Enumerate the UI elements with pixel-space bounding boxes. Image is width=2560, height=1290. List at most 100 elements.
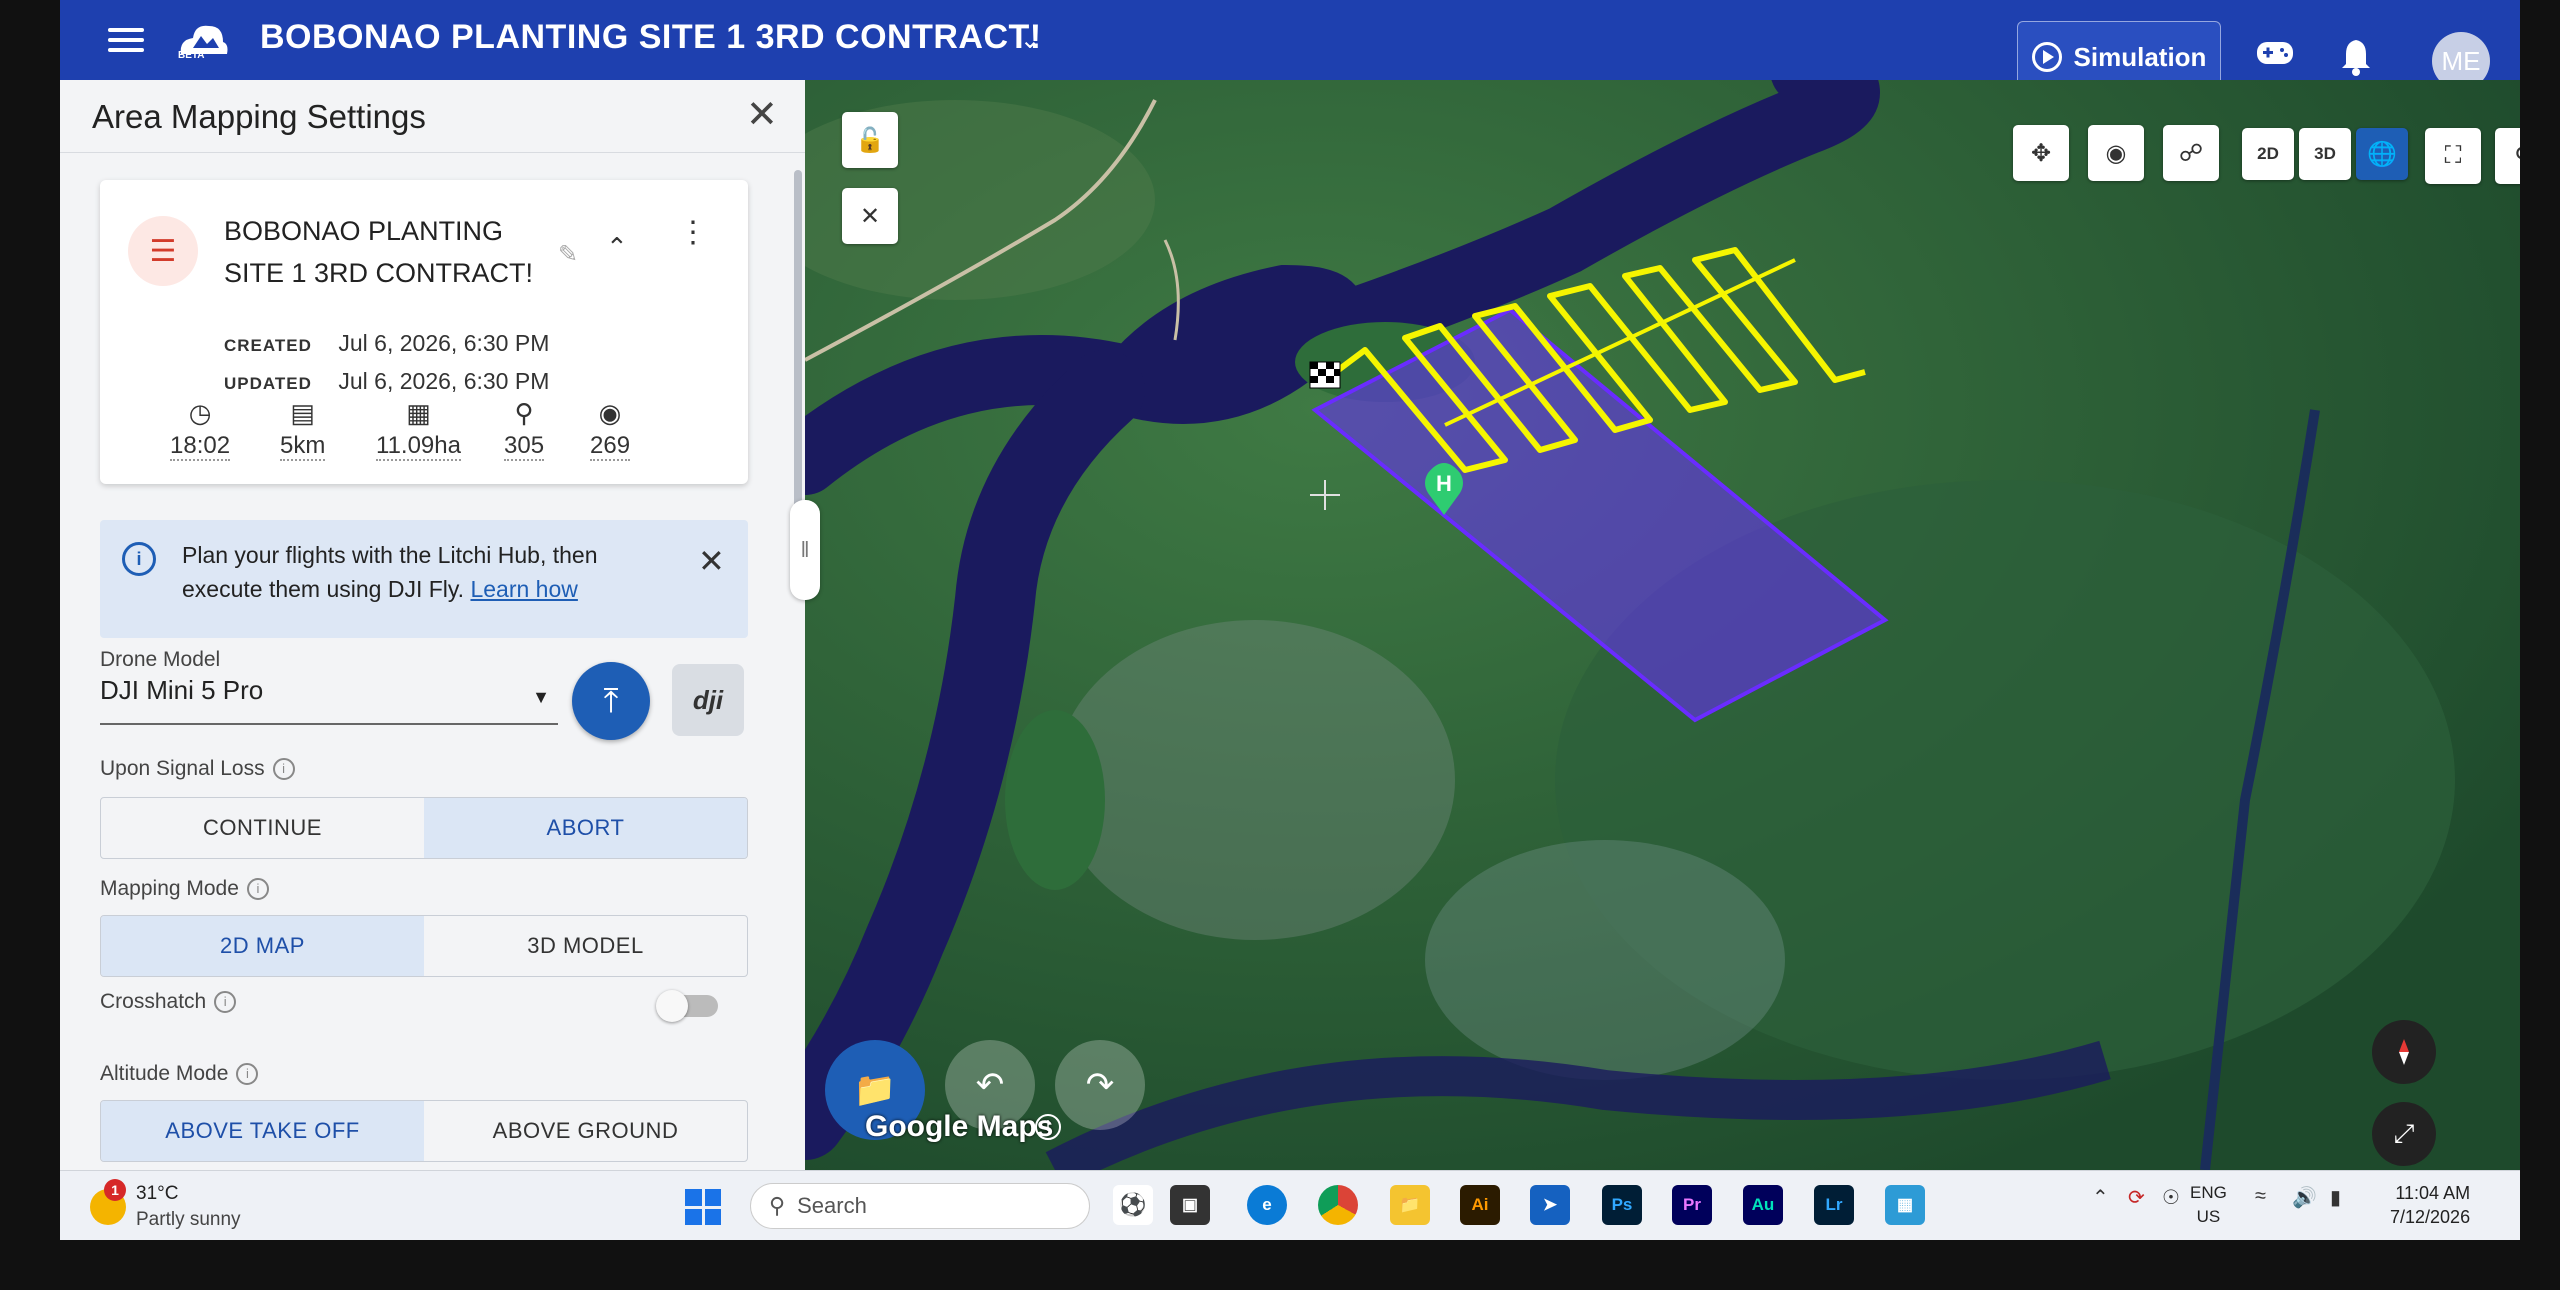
help-icon[interactable]: i xyxy=(236,1063,259,1086)
satellite-map[interactable]: H 🔓 ✕ ✥ ◉ ☍ 2D 3D 🌐 ⛶ ⚲ 📁 ↶ ↷ Google Map… xyxy=(805,80,2520,1170)
altitude-mode-label: Altitude Mode i xyxy=(100,1062,259,1086)
chevron-down-icon[interactable]: ⌄ xyxy=(1020,26,1040,55)
mission-type-icon: ☰ xyxy=(128,216,198,286)
language-indicator[interactable]: ENG US xyxy=(2190,1181,2227,1229)
help-icon[interactable]: i xyxy=(246,878,269,901)
clock-date: 7/12/2026 xyxy=(2390,1207,2471,1227)
altitude-above-ground[interactable]: ABOVE GROUND xyxy=(424,1101,747,1161)
more-vertical-icon[interactable]: ⋮ xyxy=(678,218,708,248)
learn-how-link[interactable]: Learn how xyxy=(470,576,577,602)
panel-resize-handle[interactable]: ‖ xyxy=(790,500,820,600)
lock-icon[interactable]: 🔓 xyxy=(842,112,898,168)
globe-icon[interactable]: 🌐 xyxy=(2356,128,2408,180)
satellite-icon[interactable]: ☍ xyxy=(2163,125,2219,181)
help-icon[interactable]: i xyxy=(272,758,295,781)
windows-start-icon[interactable] xyxy=(685,1189,721,1225)
mission-card: ☰ BOBONAO PLANTING SITE 1 3RD CONTRACT! … xyxy=(100,180,748,484)
litchi-info-banner: i Plan your flights with the Litchi Hub,… xyxy=(100,520,748,638)
premiere-icon[interactable]: Pr xyxy=(1672,1185,1712,1225)
app-blue-icon[interactable]: ➤ xyxy=(1530,1185,1570,1225)
chrome-browser-icon[interactable] xyxy=(1318,1185,1358,1225)
mapping-mode-toggle: 2D MAP 3D MODEL xyxy=(100,915,748,977)
stat-waypoints: ⚲ 305 xyxy=(504,398,545,461)
move-icon[interactable]: ✥ xyxy=(2013,125,2069,181)
close-map-icon[interactable]: ✕ xyxy=(842,188,898,244)
panel-scrollbar[interactable] xyxy=(794,170,802,510)
upload-icon: ⤒ xyxy=(603,681,619,720)
info-icon: i xyxy=(122,542,156,576)
redo-button[interactable]: ↷ xyxy=(1055,1040,1145,1130)
view-3d-button[interactable]: 3D xyxy=(2299,128,2351,180)
battery-icon[interactable]: ▮ xyxy=(2330,1185,2341,1210)
signal-loss-continue[interactable]: CONTINUE xyxy=(101,798,424,858)
fullscreen-icon[interactable]: ⛶ xyxy=(2425,128,2481,184)
task-view-icon[interactable]: ▣ xyxy=(1170,1185,1210,1225)
view-2d-button[interactable]: 2D xyxy=(2242,128,2294,180)
screen: BETA BOBONAO PLANTING SITE 1 3RD CONTRAC… xyxy=(60,0,2520,1240)
signal-loss-text: Upon Signal Loss xyxy=(100,757,265,780)
expand-icon[interactable]: ⤢ xyxy=(2372,1102,2436,1166)
stat-photos-value: 269 xyxy=(590,432,631,461)
created-value: Jul 6, 2026, 6:30 PM xyxy=(338,330,550,356)
network-status-icon[interactable]: ☉ xyxy=(2162,1185,2180,1210)
close-panel-icon[interactable]: ✕ xyxy=(746,96,778,134)
lightroom-icon[interactable]: Lr xyxy=(1814,1185,1854,1225)
stat-time: ◷ 18:02 xyxy=(170,398,231,461)
menu-icon[interactable] xyxy=(108,22,144,56)
attribution-info-icon[interactable]: i xyxy=(1035,1114,1061,1140)
edit-pencil-icon[interactable]: ✎ xyxy=(558,240,578,269)
soccer-ball-icon[interactable]: ⚽ xyxy=(1113,1185,1153,1225)
altitude-mode-text: Altitude Mode xyxy=(100,1062,229,1085)
mapping-mode-2d[interactable]: 2D MAP xyxy=(101,916,424,976)
search-icon[interactable]: ⚲ xyxy=(2495,128,2520,184)
camera-icon: ◉ xyxy=(598,398,622,428)
file-explorer-icon[interactable]: 📁 xyxy=(1390,1185,1430,1225)
edge-browser-icon[interactable]: e xyxy=(1247,1185,1287,1225)
stat-photos: ◉ 269 xyxy=(590,398,631,461)
stat-time-value: 18:02 xyxy=(170,432,231,461)
lang-line1: ENG xyxy=(2190,1183,2227,1202)
panel-divider xyxy=(60,152,805,153)
app-grid-icon[interactable]: ▦ xyxy=(1885,1185,1925,1225)
chevron-up-icon[interactable]: ⌃ xyxy=(606,232,628,263)
ruler-icon: ▤ xyxy=(290,398,315,428)
audition-icon[interactable]: Au xyxy=(1743,1185,1783,1225)
redo-icon: ↷ xyxy=(1085,1066,1115,1104)
clock-time: 11:04 AM xyxy=(2395,1183,2471,1203)
eye-icon[interactable]: ◉ xyxy=(2088,125,2144,181)
weather-badge: 1 xyxy=(104,1179,126,1201)
wifi-icon[interactable]: ≈ xyxy=(2255,1185,2266,1208)
taskbar-search[interactable]: ⚲ Search xyxy=(750,1183,1090,1229)
home-marker[interactable]: H xyxy=(1422,463,1466,517)
photoshop-icon[interactable]: Ps xyxy=(1602,1185,1642,1225)
created-row: CREATED Jul 6, 2026, 6:30 PM xyxy=(224,330,549,357)
signal-loss-abort[interactable]: ABORT xyxy=(424,798,747,858)
compass-icon[interactable] xyxy=(2372,1020,2436,1084)
stat-area: ▦ 11.09ha xyxy=(376,398,461,461)
updated-label: UPDATED xyxy=(224,374,312,393)
updated-value: Jul 6, 2026, 6:30 PM xyxy=(338,368,550,394)
illustrator-icon[interactable]: Ai xyxy=(1460,1185,1500,1225)
volume-icon[interactable]: 🔊 xyxy=(2292,1185,2317,1210)
project-title[interactable]: BOBONAO PLANTING SITE 1 3RD CONTRACT! xyxy=(260,18,1042,57)
search-icon: ⚲ xyxy=(769,1193,786,1218)
close-banner-icon[interactable]: ✕ xyxy=(698,542,725,580)
notification-bell-icon[interactable] xyxy=(2340,38,2372,76)
updated-row: UPDATED Jul 6, 2026, 6:30 PM xyxy=(224,368,549,395)
clock-icon: ◷ xyxy=(188,398,212,428)
stat-distance: ▤ 5km xyxy=(280,398,326,461)
crosshatch-switch[interactable] xyxy=(656,990,718,1022)
altitude-above-takeoff[interactable]: ABOVE TAKE OFF xyxy=(101,1101,424,1161)
gamepad-icon[interactable] xyxy=(2255,40,2295,66)
mapping-mode-3d[interactable]: 3D MODEL xyxy=(424,916,747,976)
drone-model-select[interactable]: DJI Mini 5 Pro ▼ xyxy=(100,675,558,725)
sync-icon[interactable]: ⟳ xyxy=(2128,1185,2145,1210)
system-clock[interactable]: 11:04 AM 7/12/2026 xyxy=(2390,1181,2470,1229)
dji-button[interactable]: dji xyxy=(672,664,744,736)
help-icon[interactable]: i xyxy=(214,991,237,1014)
undo-icon: ↶ xyxy=(975,1066,1005,1104)
signal-loss-label: Upon Signal Loss i xyxy=(100,757,295,781)
upload-mission-button[interactable]: ⤒ xyxy=(572,662,650,740)
stat-waypoints-value: 305 xyxy=(504,432,545,461)
tray-chevron-icon[interactable]: ⌃ xyxy=(2092,1185,2109,1210)
